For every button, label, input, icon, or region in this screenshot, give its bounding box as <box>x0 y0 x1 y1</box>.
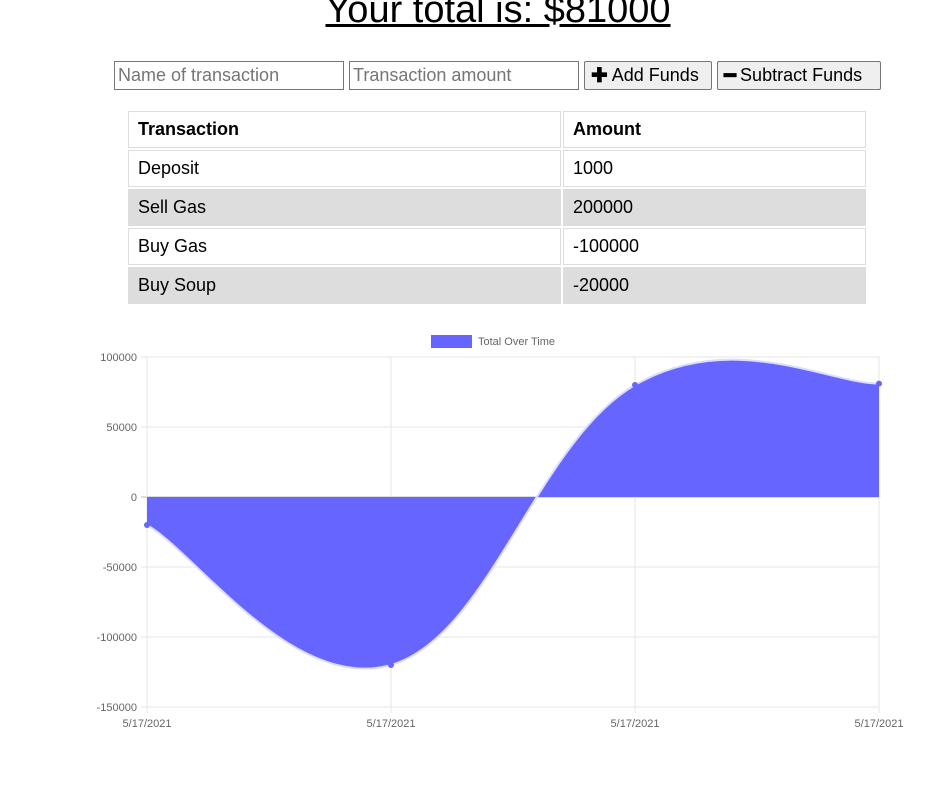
y-tick-label: -100000 <box>97 632 137 644</box>
y-tick-label: -150000 <box>97 702 137 714</box>
data-point <box>632 382 638 388</box>
data-point <box>876 380 882 387</box>
y-tick-label: 100000 <box>100 352 137 364</box>
x-tick-label: 5/17/2021 <box>367 718 416 730</box>
x-tick-label: 5/17/2021 <box>611 718 660 730</box>
y-tick-label: -50000 <box>103 562 137 574</box>
x-tick-label: 5/17/2021 <box>855 718 904 730</box>
legend-label: Total Over Time <box>478 336 555 348</box>
y-tick-label: 50000 <box>106 422 137 434</box>
x-tick-label: 5/17/2021 <box>123 718 172 730</box>
series-area <box>147 359 879 669</box>
total-over-time-chart: 100000 50000 0 -50000 -100000 -150000 5/17/202… <box>97 335 904 730</box>
data-point <box>144 522 150 528</box>
data-point <box>388 662 394 668</box>
legend-swatch <box>431 335 472 348</box>
y-tick-label: 0 <box>131 492 137 504</box>
